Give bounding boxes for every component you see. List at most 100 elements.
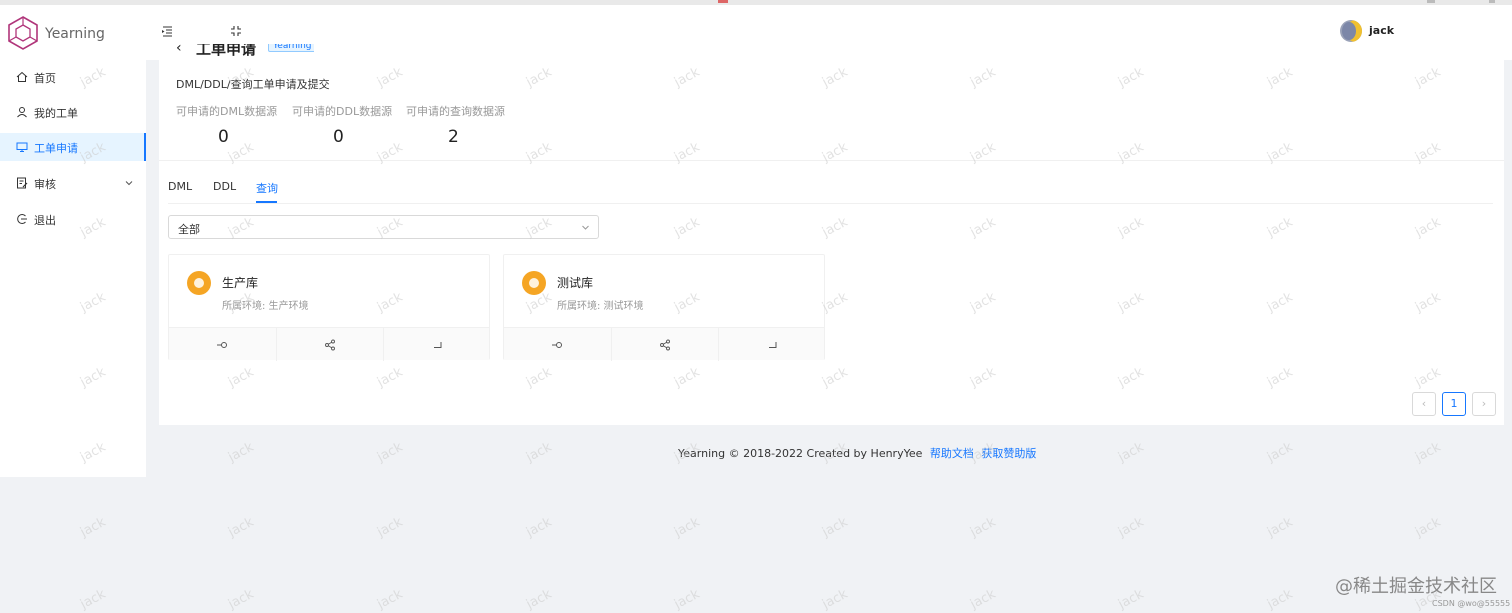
sidebar-item-label: 我的工单 — [34, 107, 78, 120]
watermark-text: jack — [375, 586, 406, 613]
card-actions — [169, 327, 490, 361]
csdn-watermark: CSDN @wo@55555 — [1432, 599, 1511, 608]
tab-active-indicator — [256, 201, 277, 203]
watermark-text: jack — [820, 586, 851, 613]
select-value: 全部 — [178, 223, 200, 236]
footer-copyright: Yearning © 2018-2022 Created by HenryYee — [678, 447, 923, 460]
sidebar-item-label: 审核 — [34, 178, 56, 191]
page-title: 工单申请 — [196, 44, 257, 58]
logo-text: Yearning — [45, 26, 105, 42]
watermark-text: jack — [1116, 586, 1147, 613]
chevron-down-icon — [125, 181, 133, 186]
watermark-text: jack — [968, 586, 999, 613]
share-action-button[interactable] — [611, 328, 718, 361]
tab-ddl[interactable]: DDL — [213, 180, 236, 193]
stat-label: 可申请的查询数据源 — [406, 105, 505, 118]
watermark-text: jack — [672, 514, 703, 541]
footer: Yearning © 2018-2022 Created by HenryYee… — [678, 445, 1036, 461]
user-name[interactable]: jack — [1369, 24, 1394, 37]
watermark-text: jack — [1265, 514, 1296, 541]
page-tag: Yearning — [268, 44, 314, 52]
logout-icon — [17, 214, 27, 224]
key-action-button[interactable] — [504, 328, 611, 361]
tab-query[interactable]: 查询 — [256, 180, 278, 196]
page-subtitle: DML/DDL/查询工单申请及提交 — [176, 78, 330, 91]
watermark-text: jack — [1116, 514, 1147, 541]
sidebar-item-logout[interactable]: 退出 — [0, 205, 146, 233]
sidebar-item-label: 工单申请 — [34, 142, 78, 155]
enter-action-button[interactable] — [383, 328, 490, 361]
sidebar-item-audit[interactable]: 审核 — [0, 169, 146, 197]
tab-dml[interactable]: DML — [168, 180, 192, 193]
audit-icon — [17, 177, 28, 189]
chevron-down-icon — [582, 225, 589, 230]
watermark-text: jack — [78, 514, 109, 541]
watermark-text: jack — [375, 439, 406, 466]
watermark-text: jack — [1413, 439, 1444, 466]
sidebar: 首页 我的工单 工单申请 审核 退出 — [0, 60, 146, 477]
sidebar-item-my-orders[interactable]: 我的工单 — [0, 98, 146, 126]
browser-tab-marker — [718, 0, 728, 3]
menu-fold-icon[interactable] — [160, 24, 174, 38]
watermark-text: jack — [524, 439, 555, 466]
datasource-card[interactable]: 测试库 所属环境: 测试环境 — [503, 254, 825, 361]
watermark-text: jack — [1116, 439, 1147, 466]
fullscreen-icon[interactable] — [229, 24, 243, 38]
watermark-text: jack — [226, 514, 257, 541]
help-docs-link[interactable]: 帮助文档 — [930, 447, 974, 460]
watermark-text: jack — [524, 586, 555, 613]
user-icon — [17, 107, 27, 118]
stat-value: 0 — [218, 127, 229, 147]
home-icon — [16, 71, 28, 82]
sidebar-item-label: 首页 — [34, 72, 56, 85]
enter-icon — [769, 342, 777, 348]
stat-ddl: 可申请的DDL数据源 0 — [292, 103, 402, 147]
monitor-icon — [16, 142, 28, 152]
datasource-name: 测试库 — [557, 276, 594, 290]
watermark-text: jack — [672, 586, 703, 613]
sidebar-item-label: 退出 — [34, 214, 56, 227]
key-icon — [217, 342, 227, 348]
next-page-button[interactable]: › — [1472, 392, 1496, 416]
key-icon — [552, 342, 562, 348]
sponsor-link[interactable]: 获取赞助版 — [981, 447, 1036, 460]
page-header: ‹ 工单申请 Yearning — [174, 44, 314, 60]
stat-label: 可申请的DML数据源 — [176, 105, 278, 118]
watermark-text: jack — [1413, 514, 1444, 541]
watermark-text: jack — [820, 514, 851, 541]
watermark-text: jack — [78, 586, 109, 613]
sidebar-item-order-apply[interactable]: 工单申请 — [0, 133, 146, 161]
back-arrow-icon[interactable]: ‹ — [176, 44, 182, 56]
card-actions — [504, 327, 825, 361]
stat-label: 可申请的DDL数据源 — [292, 105, 393, 118]
watermark-text: jack — [1265, 586, 1296, 613]
datasource-card[interactable]: 生产库 所属环境: 生产环境 — [168, 254, 490, 361]
database-icon — [187, 271, 211, 295]
datasource-name: 生产库 — [222, 276, 259, 290]
share-action-button[interactable] — [276, 328, 383, 361]
sidebar-item-home[interactable]: 首页 — [0, 63, 146, 91]
datasource-env: 所属环境: 生产环境 — [222, 301, 309, 312]
enter-action-button[interactable] — [718, 328, 825, 361]
share-icon — [660, 339, 670, 351]
stat-dml: 可申请的DML数据源 0 — [176, 103, 286, 147]
stat-value: 2 — [448, 127, 459, 147]
header-divider — [159, 160, 1504, 161]
yearning-logo-icon[interactable] — [8, 16, 38, 50]
key-action-button[interactable] — [169, 328, 276, 361]
database-icon — [522, 271, 546, 295]
browser-tab-marker — [1489, 0, 1495, 3]
platform-watermark: @稀土掘金技术社区 — [1335, 576, 1497, 597]
user-avatar[interactable] — [1340, 20, 1362, 42]
share-icon — [325, 339, 335, 351]
prev-page-button[interactable]: ‹ — [1412, 392, 1436, 416]
enter-icon — [434, 342, 442, 348]
watermark-text: jack — [226, 586, 257, 613]
watermark-text: jack — [524, 514, 555, 541]
watermark-text: jack — [226, 439, 257, 466]
stat-value: 0 — [333, 127, 344, 147]
environment-select[interactable]: 全部 — [168, 215, 599, 239]
datasource-env: 所属环境: 测试环境 — [557, 301, 644, 312]
page-number-button[interactable]: 1 — [1442, 392, 1466, 416]
order-type-tabs: DML DDL 查询 — [168, 178, 1493, 204]
